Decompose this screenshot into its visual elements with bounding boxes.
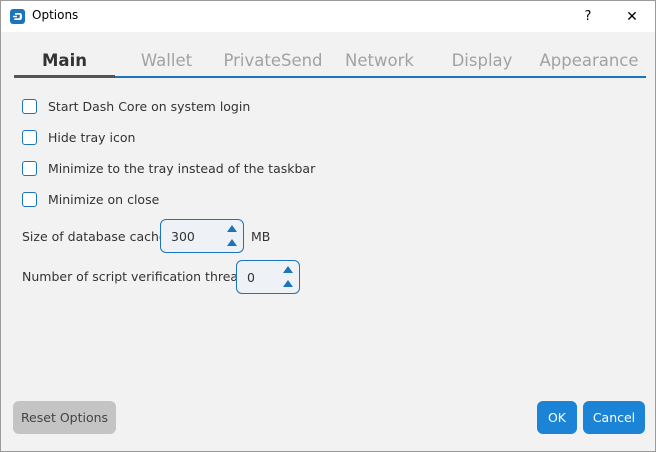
tab-network[interactable]: Network bbox=[328, 45, 431, 76]
option-hide-tray-icon[interactable]: Hide tray icon bbox=[22, 130, 135, 145]
dash-logo-icon bbox=[10, 9, 25, 24]
checkbox[interactable] bbox=[22, 130, 37, 145]
tab-display[interactable]: Display bbox=[431, 45, 533, 76]
db-cache-value: 300 bbox=[171, 229, 195, 244]
db-cache-label: Size of database cache bbox=[22, 229, 167, 244]
tab-wallet[interactable]: Wallet bbox=[115, 45, 218, 76]
title-bar: Options ? ✕ bbox=[1, 1, 655, 32]
db-cache-spinbox[interactable]: 300 bbox=[160, 219, 244, 253]
cancel-button[interactable]: Cancel bbox=[583, 401, 645, 434]
db-cache-unit: MB bbox=[251, 229, 271, 244]
ok-button[interactable]: OK bbox=[537, 401, 577, 434]
reset-options-button[interactable]: Reset Options bbox=[13, 401, 116, 434]
active-tab-indicator bbox=[14, 75, 115, 78]
option-minimize-on-close[interactable]: Minimize on close bbox=[22, 192, 159, 207]
threads-label: Number of script verification threads bbox=[22, 269, 253, 284]
close-icon[interactable]: ✕ bbox=[610, 1, 654, 32]
tab-bar: Main Wallet PrivateSend Network Display … bbox=[14, 45, 646, 79]
option-label: Start Dash Core on system login bbox=[48, 99, 251, 114]
arrow-up-icon[interactable] bbox=[227, 239, 237, 246]
tab-appearance[interactable]: Appearance bbox=[533, 45, 645, 76]
arrow-up-icon[interactable] bbox=[227, 225, 237, 232]
option-label: Minimize to the tray instead of the task… bbox=[48, 161, 316, 176]
help-button[interactable]: ? bbox=[566, 1, 610, 32]
window-title: Options bbox=[32, 8, 79, 22]
arrow-up-icon[interactable] bbox=[283, 266, 293, 273]
option-start-on-login[interactable]: Start Dash Core on system login bbox=[22, 99, 250, 114]
options-dialog: Options ? ✕ Main Wallet PrivateSend Netw… bbox=[0, 0, 656, 452]
arrow-up-icon[interactable] bbox=[283, 280, 293, 287]
tab-privatesend[interactable]: PrivateSend bbox=[218, 45, 328, 76]
threads-spinbox[interactable]: 0 bbox=[236, 260, 300, 294]
checkbox[interactable] bbox=[22, 99, 37, 114]
tab-main[interactable]: Main bbox=[14, 45, 115, 76]
checkbox[interactable] bbox=[22, 161, 37, 176]
checkbox[interactable] bbox=[22, 192, 37, 207]
option-label: Minimize on close bbox=[48, 192, 160, 207]
option-label: Hide tray icon bbox=[48, 130, 136, 145]
option-minimize-to-tray[interactable]: Minimize to the tray instead of the task… bbox=[22, 161, 315, 176]
threads-value: 0 bbox=[247, 270, 255, 285]
